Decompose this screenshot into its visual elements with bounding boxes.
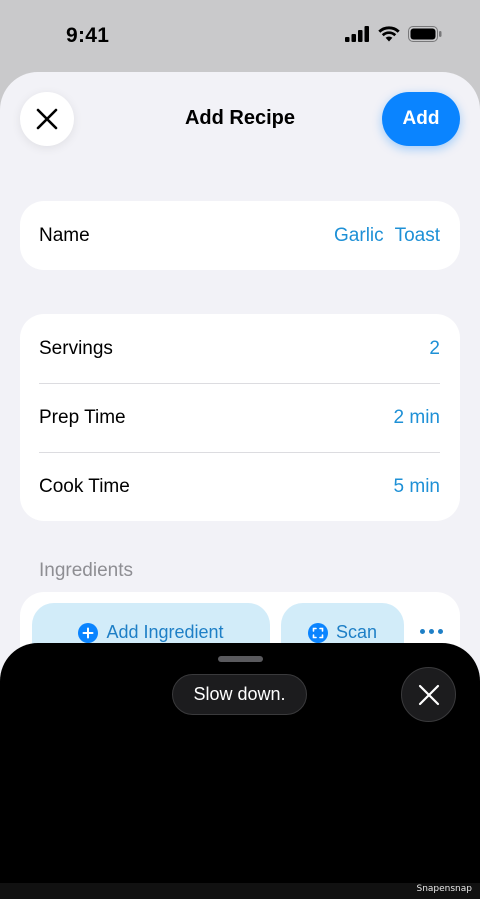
servings-row[interactable]: Servings 2: [20, 314, 460, 383]
cook-time-label: Cook Time: [39, 475, 130, 497]
battery-icon: [408, 26, 442, 42]
cellular-signal-icon: [345, 26, 369, 42]
name-label: Name: [39, 224, 90, 246]
scan-icon: [307, 623, 328, 643]
status-icons: [345, 26, 442, 42]
prep-time-row[interactable]: Prep Time 2 min: [20, 383, 460, 452]
overlay-close-button[interactable]: [401, 667, 456, 722]
close-icon: [418, 684, 439, 705]
cook-time-value[interactable]: 5 min: [394, 476, 440, 498]
watermark: Snapensnap: [416, 884, 472, 894]
servings-value[interactable]: 2: [429, 338, 440, 360]
overlay-panel: Slow down.: [0, 643, 480, 883]
name-row[interactable]: Name Garlic Toast: [20, 201, 460, 270]
status-bar: 9:41: [0, 0, 480, 72]
wifi-icon: [378, 26, 400, 42]
toast-message: Slow down.: [172, 674, 307, 715]
servings-label: Servings: [39, 337, 113, 359]
cook-time-row[interactable]: Cook Time 5 min: [20, 452, 460, 521]
bottom-bar: Snapensnap: [0, 883, 480, 899]
add-ingredient-label: Add Ingredient: [106, 622, 224, 642]
add-button[interactable]: Add: [382, 92, 460, 146]
ingredients-section-label: Ingredients: [39, 560, 134, 581]
status-time: 9:41: [66, 24, 110, 47]
more-options-icon[interactable]: [420, 629, 443, 634]
details-card: Servings 2 Prep Time 2 min Cook Time 5 m…: [20, 314, 460, 521]
drag-handle[interactable]: [218, 656, 263, 662]
name-value[interactable]: Garlic Toast: [334, 225, 440, 247]
scan-label: Scan: [335, 622, 378, 642]
prep-time-label: Prep Time: [39, 406, 126, 428]
name-card: Name Garlic Toast: [20, 201, 460, 270]
plus-circle-icon: [78, 623, 99, 643]
prep-time-value[interactable]: 2 min: [394, 407, 440, 429]
sheet-header: Add Recipe Add: [0, 72, 480, 168]
